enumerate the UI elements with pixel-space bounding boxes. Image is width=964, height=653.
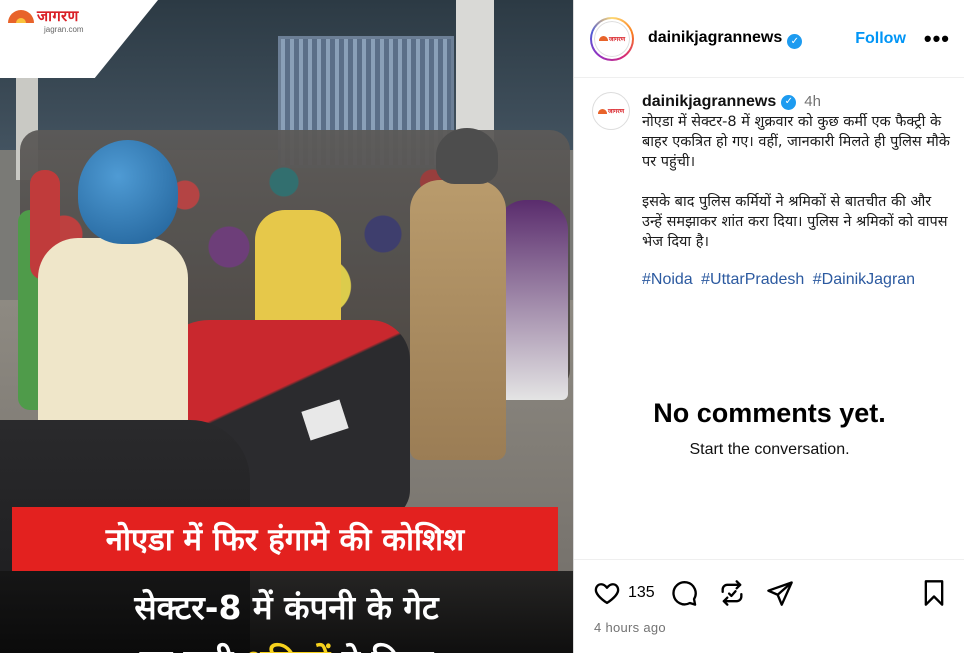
verified-badge-icon: ✓ bbox=[781, 94, 797, 110]
post-header: जागरण dainikjagrannews ✓ Follow ••• bbox=[574, 0, 964, 78]
post-caption: जागरण dainikjagrannews ✓ 4h नोएडा में से… bbox=[574, 78, 964, 290]
jagran-mini-logo-icon: जागरण bbox=[597, 107, 625, 115]
jagran-mini-logo-icon: जागरण bbox=[598, 35, 626, 43]
avatar[interactable]: जागरण bbox=[590, 16, 634, 61]
like-count[interactable]: 135 bbox=[628, 584, 655, 602]
sun-logo-icon bbox=[8, 9, 34, 23]
media-rider-helmet bbox=[78, 140, 178, 244]
sun-mini-icon bbox=[598, 36, 608, 41]
caption-header: dainikjagrannews ✓ 4h bbox=[642, 92, 950, 112]
empty-comments-title: No comments yet. bbox=[653, 398, 886, 428]
comment-icon[interactable] bbox=[669, 578, 699, 608]
hashtags: #Noida #UttarPradesh #DainikJagran bbox=[642, 270, 950, 290]
empty-comments: No comments yet. Start the conversation. bbox=[574, 398, 964, 459]
follow-button[interactable]: Follow bbox=[855, 30, 906, 48]
header-username-text[interactable]: dainikjagrannews bbox=[648, 29, 782, 46]
logo-name: जागरण bbox=[37, 7, 79, 25]
avatar-image: जागरण bbox=[592, 18, 632, 59]
empty-comments-subtitle: Start the conversation. bbox=[689, 441, 850, 458]
caption-paragraph-2: इसके बाद पुलिस कर्मियों ने श्रमिकों से ब… bbox=[642, 194, 948, 250]
more-options-icon[interactable]: ••• bbox=[924, 27, 950, 50]
hashtag-link[interactable]: #UttarPradesh bbox=[701, 271, 804, 288]
caption-body: dainikjagrannews ✓ 4h नोएडा में सेक्टर-8… bbox=[642, 92, 950, 290]
headline-highlight: श्रमिकों bbox=[245, 642, 331, 653]
sun-mini-icon bbox=[597, 108, 607, 114]
caption-paragraph-1: नोएडा में सेक्टर-8 में शुक्रवार को कुछ क… bbox=[642, 114, 950, 170]
caption-avatar[interactable]: जागरण bbox=[592, 92, 630, 130]
media-person bbox=[496, 200, 568, 400]
headline-banner: नोएडा में फिर हंगामे की कोशिश bbox=[12, 507, 558, 571]
headline-line-3-post: ने किया bbox=[330, 642, 433, 653]
media-police-helmet bbox=[436, 128, 498, 184]
avatar-logo-text: जागरण bbox=[608, 35, 626, 43]
header-username[interactable]: dainikjagrannews ✓ bbox=[648, 29, 803, 49]
heart-icon[interactable] bbox=[592, 578, 622, 608]
hashtag-link[interactable]: #DainikJagran bbox=[813, 271, 915, 288]
avatar-logo-text: जागरण bbox=[607, 108, 625, 115]
headline-line-2: सेक्टर-8 में कंपनी के गेट bbox=[134, 588, 439, 627]
caption-timestamp[interactable]: 4h bbox=[804, 92, 821, 112]
headline-line-3-pre: पर जुटी bbox=[140, 642, 245, 653]
share-icon[interactable] bbox=[765, 578, 795, 608]
post-side-panel: जागरण dainikjagrannews ✓ Follow ••• जागरण… bbox=[573, 0, 964, 653]
action-bar: 135 4 hours ago bbox=[574, 559, 964, 653]
media-police-officer bbox=[410, 180, 506, 460]
post-media[interactable]: जागरण jagran.com नोएडा में फिर हंगामे की… bbox=[0, 0, 573, 653]
bookmark-icon[interactable] bbox=[919, 578, 949, 608]
verified-badge-icon: ✓ bbox=[787, 33, 803, 49]
hashtag-link[interactable]: #Noida bbox=[642, 271, 693, 288]
caption-username[interactable]: dainikjagrannews bbox=[642, 92, 776, 112]
repost-icon[interactable] bbox=[717, 578, 747, 608]
post-age[interactable]: 4 hours ago bbox=[574, 620, 964, 635]
headline-line-3: पर जुटी श्रमिकों ने किया bbox=[0, 638, 573, 653]
